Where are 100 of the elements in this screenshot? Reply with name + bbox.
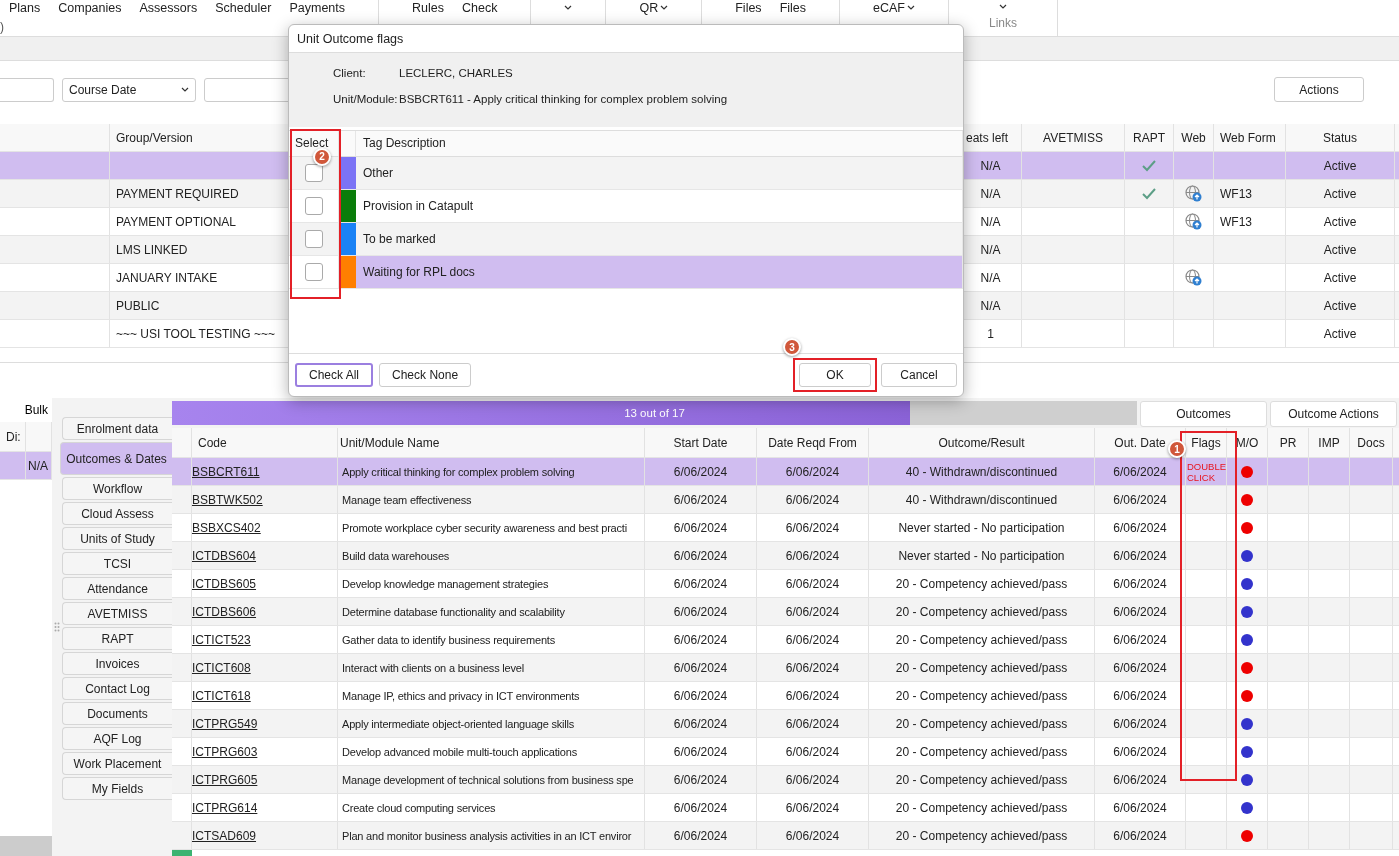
table-cell: 20 - Competency achieved/pass bbox=[895, 660, 1068, 675]
table-cell: 6/06/2024 bbox=[785, 772, 840, 787]
table-cell: 6/06/2024 bbox=[785, 800, 840, 815]
table-cell: 6/06/2024 bbox=[673, 464, 728, 479]
table-cell: 20 - Competency achieved/pass bbox=[895, 632, 1068, 647]
table-cell: N/A bbox=[980, 270, 1001, 285]
table-cell: PAYMENT OPTIONAL bbox=[116, 214, 237, 229]
table-cell: 6/06/2024 bbox=[1113, 800, 1167, 815]
table-cell: 6/06/2024 bbox=[1113, 660, 1167, 675]
table-cell: Active bbox=[1323, 242, 1357, 257]
field-label: Client: bbox=[333, 67, 367, 80]
table-cell: 6/06/2024 bbox=[785, 464, 840, 479]
ribbon-text: ) bbox=[0, 20, 4, 34]
table-cell: 6/06/2024 bbox=[785, 576, 840, 591]
table-cell: N/A bbox=[980, 214, 1001, 229]
field-value: BSBCRT611 - Apply critical thinking for complex problem solving bbox=[399, 93, 729, 106]
table-cell: Manage team effectiveness bbox=[342, 493, 472, 506]
table-cell: 6/06/2024 bbox=[785, 492, 840, 507]
table-cell: 6/06/2024 bbox=[1113, 492, 1167, 507]
table-cell: 6/06/2024 bbox=[1113, 828, 1167, 843]
table-cell: 6/06/2024 bbox=[673, 632, 728, 647]
table-cell: Active bbox=[1323, 214, 1357, 229]
table-cell: Promote workplace cyber security awareness and best practi bbox=[342, 521, 627, 534]
table-cell: 6/06/2024 bbox=[785, 716, 840, 731]
table-cell: Active bbox=[1323, 326, 1357, 341]
table-cell: 20 - Competency achieved/pass bbox=[895, 772, 1068, 787]
table-cell: 6/06/2024 bbox=[1113, 604, 1167, 619]
table-cell: 6/06/2024 bbox=[1113, 632, 1167, 647]
table-cell: Active bbox=[1323, 270, 1357, 285]
table-cell: 6/06/2024 bbox=[785, 604, 840, 619]
table-cell: Active bbox=[1323, 158, 1357, 173]
flags-hint: DOUBLE CLICK bbox=[1187, 460, 1225, 483]
progress-label: 13 out of 17 bbox=[624, 407, 685, 419]
table-cell: 20 - Competency achieved/pass bbox=[895, 828, 1068, 843]
group-label: Links bbox=[988, 16, 1017, 30]
table-cell: Never started - No participation bbox=[898, 548, 1065, 563]
table-cell: 6/06/2024 bbox=[673, 492, 728, 507]
table-cell: ~~~ USI TOOL TESTING ~~~ bbox=[116, 326, 275, 341]
table-cell: Determine database functionality and scalability bbox=[342, 605, 565, 618]
table-cell: JANUARY INTAKE bbox=[116, 270, 218, 285]
table-cell: 6/06/2024 bbox=[1113, 716, 1167, 731]
table-cell: 40 - Withdrawn/discontinued bbox=[905, 492, 1058, 507]
table-cell: 6/06/2024 bbox=[785, 744, 840, 759]
table-cell: 6/06/2024 bbox=[1113, 576, 1167, 591]
table-cell: 6/06/2024 bbox=[785, 520, 840, 535]
table-cell: 20 - Competency achieved/pass bbox=[895, 576, 1068, 591]
table-cell: 6/06/2024 bbox=[1113, 688, 1167, 703]
table-cell: 6/06/2024 bbox=[673, 660, 728, 675]
table-cell: 20 - Competency achieved/pass bbox=[895, 800, 1068, 815]
table-cell: 6/06/2024 bbox=[673, 548, 728, 563]
table-cell: 6/06/2024 bbox=[673, 520, 728, 535]
table-cell: LMS LINKED bbox=[116, 242, 188, 257]
table-cell: Apply intermediate object-oriented language skills bbox=[342, 717, 575, 730]
table-cell: 20 - Competency achieved/pass bbox=[895, 688, 1068, 703]
table-cell: 6/06/2024 bbox=[673, 828, 728, 843]
table-cell: WF13 bbox=[1220, 186, 1252, 201]
table-cell: Build data warehouses bbox=[342, 549, 450, 562]
table-cell: N/A bbox=[980, 186, 1001, 201]
table-cell: 6/06/2024 bbox=[673, 800, 728, 815]
table-cell: PUBLIC bbox=[116, 298, 160, 313]
table-cell: 20 - Competency achieved/pass bbox=[895, 604, 1068, 619]
table-cell: 6/06/2024 bbox=[1113, 464, 1167, 479]
table-cell: 6/06/2024 bbox=[673, 688, 728, 703]
table-cell: 6/06/2024 bbox=[785, 828, 840, 843]
table-cell: 6/06/2024 bbox=[673, 604, 728, 619]
table-cell: Active bbox=[1323, 298, 1357, 313]
table-cell: 6/06/2024 bbox=[785, 632, 840, 647]
table-cell: Develop knowledge management strategies bbox=[342, 577, 549, 590]
table-cell: WF13 bbox=[1220, 214, 1252, 229]
table-cell: Interact with clients on a business level bbox=[342, 661, 524, 674]
table-cell: Manage IP, ethics and privacy in ICT environments bbox=[342, 689, 580, 702]
table-cell: 6/06/2024 bbox=[1113, 744, 1167, 759]
table-cell: 6/06/2024 bbox=[785, 660, 840, 675]
table-cell: Plan and monitor business analysis activities in an ICT enviror bbox=[342, 829, 632, 842]
table-cell: 6/06/2024 bbox=[673, 716, 728, 731]
table-cell: Develop advanced mobile multi-touch applications bbox=[342, 745, 577, 758]
table-cell: 6/06/2024 bbox=[1113, 520, 1167, 535]
step-badge: 3 bbox=[783, 338, 801, 356]
table-cell: PAYMENT REQUIRED bbox=[116, 186, 239, 201]
table-cell: 40 - Withdrawn/discontinued bbox=[905, 464, 1058, 479]
table-cell: 6/06/2024 bbox=[785, 688, 840, 703]
table-cell: 20 - Competency achieved/pass bbox=[895, 744, 1068, 759]
table-cell: 6/06/2024 bbox=[673, 772, 728, 787]
table-cell: Never started - No participation bbox=[898, 520, 1065, 535]
table-cell: N/A bbox=[980, 158, 1001, 173]
table-cell: Gather data to identify business requirements bbox=[342, 633, 555, 646]
table-cell: N/A bbox=[980, 242, 1001, 257]
field-label: Unit/Module: bbox=[333, 93, 399, 106]
table-cell: 6/06/2024 bbox=[1113, 548, 1167, 563]
table-cell: Active bbox=[1323, 186, 1357, 201]
table-cell: N/A bbox=[28, 458, 48, 473]
table-cell: 6/06/2024 bbox=[785, 548, 840, 563]
table-cell: 20 - Competency achieved/pass bbox=[895, 716, 1068, 731]
table-cell: N/A bbox=[980, 298, 1001, 313]
table-cell: Create cloud computing services bbox=[342, 801, 496, 814]
table-cell: Manage development of technical solutions from business spe bbox=[342, 773, 634, 786]
table-cell: 6/06/2024 bbox=[1113, 772, 1167, 787]
table-cell: 6/06/2024 bbox=[673, 744, 728, 759]
table-cell: Apply critical thinking for complex problem solving bbox=[342, 465, 575, 478]
field-value: LECLERC, CHARLES bbox=[399, 67, 514, 80]
